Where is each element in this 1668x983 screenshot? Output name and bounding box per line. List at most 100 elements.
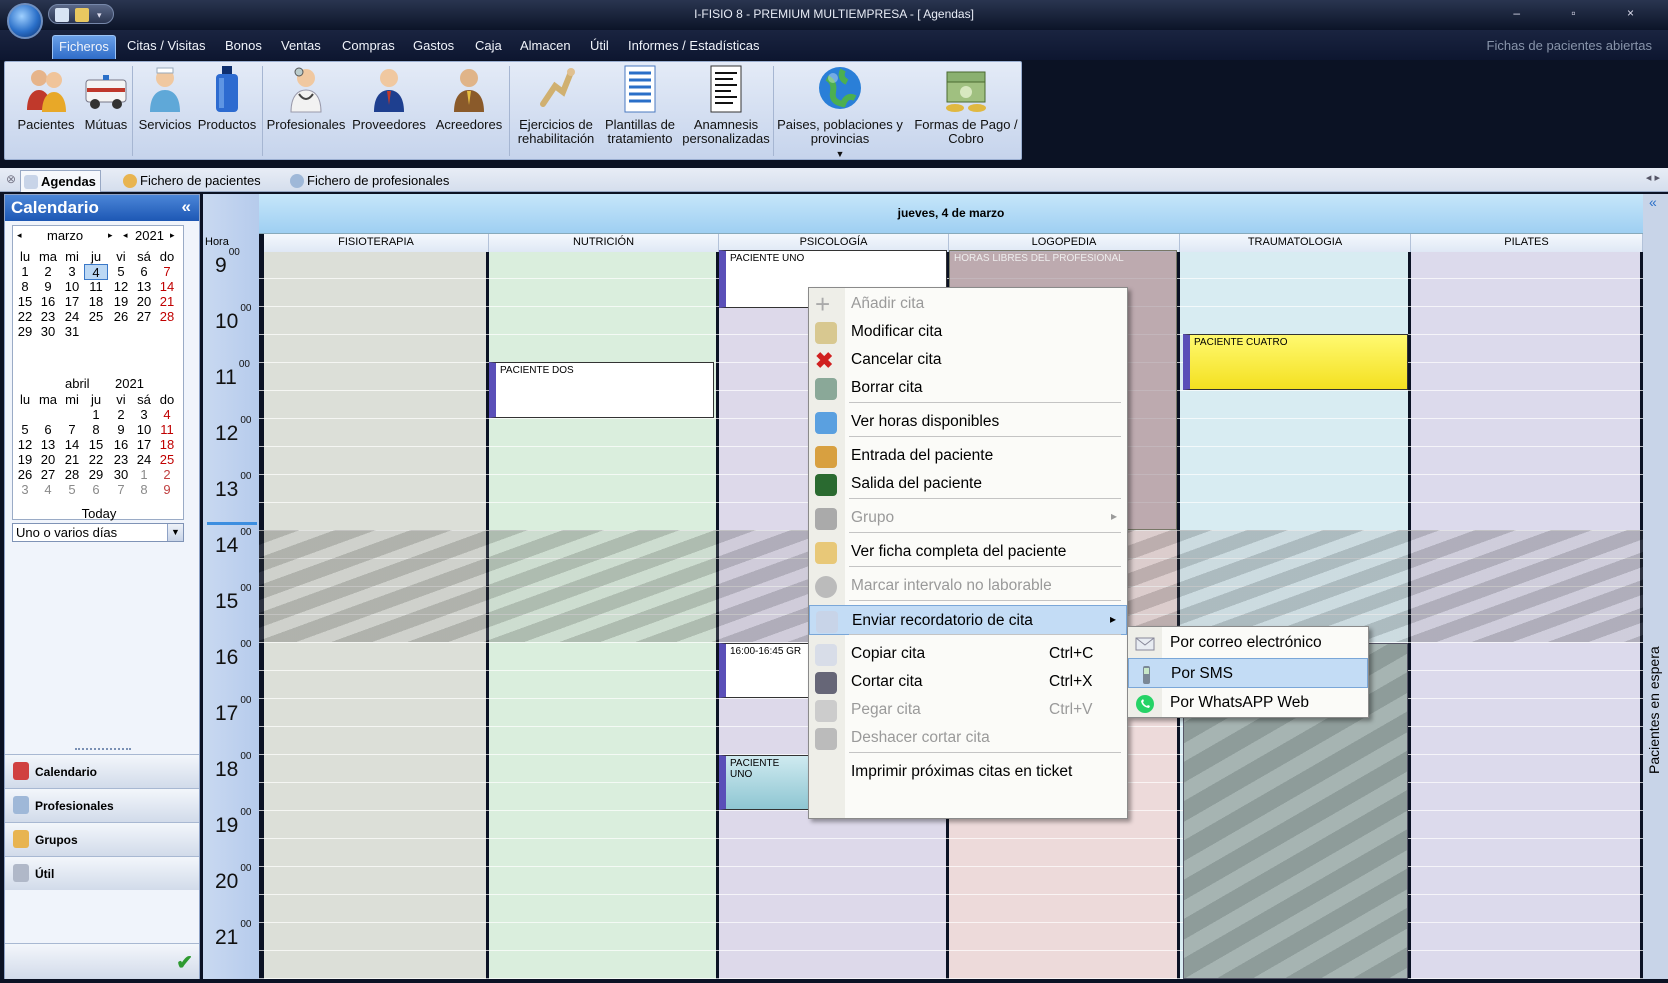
menu-item-grupo[interactable]: Grupo ▸ [809,503,1127,533]
calendar-day[interactable]: 28 [155,309,179,324]
ribbon-proveedores-button[interactable]: Proveedores [348,64,430,132]
calendar-day[interactable]: 7 [109,482,133,497]
menu-util[interactable]: Útil [590,38,609,53]
calendar-day[interactable]: 16 [36,294,60,309]
calendar-day[interactable]: 20 [36,452,60,467]
calendar-day[interactable]: 3 [13,482,37,497]
ribbon-productos-button[interactable]: Productos [195,64,259,132]
calendar-day[interactable]: 24 [132,452,156,467]
calendar-day[interactable]: 15 [84,437,108,452]
calendar-day[interactable]: 12 [13,437,37,452]
ribbon-pacientes-button[interactable]: Pacientes [11,64,81,132]
calendar-day[interactable]: 31 [60,324,84,339]
appointment-paciente-cuatro[interactable]: PACIENTE CUATRO [1183,334,1408,390]
menu-item-añadir-cita[interactable]: + Añadir cita [809,289,1127,319]
column-header[interactable]: NUTRICIÓN [489,234,719,252]
menu-item-modificar-cita[interactable]: Modificar cita [809,317,1127,347]
tab-scroll-arrows-icon[interactable]: ◂ ▸ [1646,171,1660,184]
calendar-day[interactable]: 6 [84,482,108,497]
menu-ficheros[interactable]: Ficheros [52,35,116,59]
calendar-day[interactable]: 9 [36,279,60,294]
calendar-day[interactable]: 16 [109,437,133,452]
calendar-day[interactable]: 3 [60,264,84,279]
nav-calendario[interactable]: Calendario [5,754,199,788]
menu-item-entrada-del-paciente[interactable]: Entrada del paciente [809,441,1127,471]
prev-year-arrow-icon[interactable]: ◂ [123,230,128,241]
calendar-day[interactable]: 13 [132,279,156,294]
menu-compras[interactable]: Compras [342,38,395,53]
submenu-sms[interactable]: Por SMS [1128,658,1368,688]
tab-fichero-pacientes[interactable]: Fichero de pacientes [120,170,265,192]
appointment-grupo[interactable]: 16:00-16:45 GR [719,643,809,698]
menu-item-copiar-cita[interactable]: Copiar cita Ctrl+C [809,639,1127,669]
calendar-day[interactable]: 19 [13,452,37,467]
calendar-day[interactable]: 27 [36,467,60,482]
appointment-paciente-uno-pm[interactable]: PACIENTE UNO [719,755,809,810]
prev-month-arrow-icon[interactable]: ◂ [17,230,22,241]
menu-item-pegar-cita[interactable]: Pegar cita Ctrl+V [809,695,1127,725]
calendar-day[interactable]: 8 [84,422,108,437]
calendar-day[interactable]: 30 [36,324,60,339]
menu-citas-visitas[interactable]: Citas / Visitas [127,38,206,53]
waiting-patients-panel[interactable]: « Pacientes en espera [1643,194,1668,979]
calendar-day[interactable]: 20 [132,294,156,309]
tab-agendas[interactable]: Agendas [20,170,101,192]
menu-item-ver-ficha-completa-del-paciente[interactable]: Ver ficha completa del paciente [809,537,1127,567]
calendar-day[interactable]: 4 [155,407,179,422]
calendar-day[interactable]: 9 [155,482,179,497]
calendar-day[interactable]: 21 [60,452,84,467]
calendar-day[interactable]: 27 [132,309,156,324]
menu-item-cortar-cita[interactable]: Cortar cita Ctrl+X [809,667,1127,697]
calendar-day[interactable]: 30 [109,467,133,482]
calendar-day[interactable]: 4 [36,482,60,497]
calendar-day[interactable]: 5 [109,264,133,279]
ribbon-formas-pago-button[interactable]: Formas de Pago / Cobro [911,64,1021,146]
menu-ventas[interactable]: Ventas [281,38,321,53]
calendar-day[interactable]: 29 [13,324,37,339]
calendar-day[interactable]: 14 [60,437,84,452]
menu-almacen[interactable]: Almacen [520,38,571,53]
ribbon-ejercicios-button[interactable]: Ejercicios de rehabilitación [512,64,600,146]
calendar-day[interactable]: 11 [84,279,108,294]
menu-item-salida-del-paciente[interactable]: Salida del paciente [809,469,1127,499]
calendar-day[interactable]: 6 [36,422,60,437]
calendar-day[interactable]: 23 [109,452,133,467]
ribbon-acreedores-button[interactable]: Acreedores [431,64,507,132]
checkmark-icon[interactable]: ✔ [176,950,193,975]
calendar-day[interactable]: 29 [84,467,108,482]
calendar-day[interactable]: 4 [84,264,108,280]
nav-grupos[interactable]: Grupos [5,822,199,856]
menu-bonos[interactable]: Bonos [225,38,262,53]
calendar-day[interactable]: 8 [13,279,37,294]
calendar-day[interactable]: 13 [36,437,60,452]
calendar-day[interactable]: 2 [109,407,133,422]
calendar-day[interactable]: 17 [60,294,84,309]
menu-item-borrar-cita[interactable]: Borrar cita [809,373,1127,403]
calendar-day[interactable]: 15 [13,294,37,309]
next-month-arrow-icon[interactable]: ▸ [108,230,113,241]
menu-gastos[interactable]: Gastos [413,38,454,53]
calendar-day[interactable]: 24 [60,309,84,324]
calendar-day[interactable]: 7 [155,264,179,279]
calendar-day[interactable]: 1 [132,467,156,482]
menu-item-imprimir-próximas-citas-en-ticket[interactable]: Imprimir próximas citas en ticket [809,757,1127,787]
window-controls[interactable]: – ▫ × [1513,6,1658,20]
calendar-day[interactable]: 5 [60,482,84,497]
appointment-paciente-dos[interactable]: PACIENTE DOS [489,362,714,418]
calendar-day[interactable]: 19 [109,294,133,309]
calendar-day[interactable]: 22 [13,309,37,324]
calendar-day[interactable]: 2 [155,467,179,482]
calendar-day[interactable]: 18 [84,294,108,309]
calendar-day[interactable]: 17 [132,437,156,452]
calendar-day[interactable]: 10 [60,279,84,294]
calendar-day[interactable]: 21 [155,294,179,309]
calendar-day[interactable]: 8 [132,482,156,497]
menu-informes[interactable]: Informes / Estadísticas [628,38,760,53]
menu-caja[interactable]: Caja [475,38,502,53]
menu-item-marcar-intervalo-no-laborable[interactable]: Marcar intervalo no laborable [809,571,1127,601]
calendar-day[interactable]: 14 [155,279,179,294]
calendar-day[interactable]: 12 [109,279,133,294]
calendar-day[interactable]: 9 [109,422,133,437]
column-header[interactable]: TRAUMATOLOGIA [1180,234,1411,252]
nav-profesionales[interactable]: Profesionales [5,788,199,822]
